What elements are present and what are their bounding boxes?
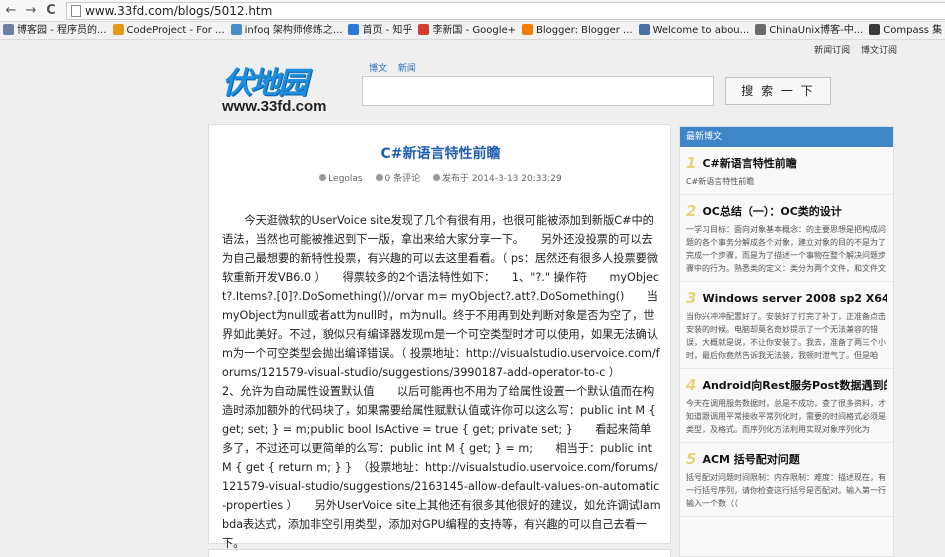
sidebar-post-title[interactable]: 5 ACM 括号配对问题 — [686, 451, 887, 468]
sidebar-post-item: 4 Android向Rest服务Post数据遇到的今天在调用服务数据时，总是不成功… — [680, 369, 893, 443]
sidebar-list: 1 C#新语言特性前瞻 C#新语言特性前瞻 2 OC总结（一）：OC类的设计一学习目标：… — [680, 147, 893, 517]
bookmark-item[interactable]: ChinaUnix博客-中... — [752, 22, 866, 39]
sidebar-post-title[interactable]: 1 C#新语言特性前瞻 — [686, 155, 887, 172]
user-icon — [319, 174, 327, 181]
bookmark-favicon-icon — [522, 24, 534, 35]
sidebar-post-item: 5 ACM 括号配对问题括号配对问题时间限制：内存限制：难度：描述现在，有一行括号… — [680, 443, 893, 517]
sidebar-post-item: 1 C#新语言特性前瞻 C#新语言特性前瞻 — [680, 147, 893, 195]
comment-icon — [375, 174, 383, 181]
bookmark-label: Blogger: Blogger ... — [536, 25, 633, 36]
post-rank: 4 — [686, 377, 697, 394]
sidebar-post-desc: 括号配对问题时间限制：内存限制：难度：描述现在，有一行括号序列，请你检查这行括号… — [686, 473, 886, 508]
post-rank: 2 — [686, 203, 697, 220]
article-title[interactable]: C#新语言特性前瞻 — [209, 143, 672, 163]
sidebar-heading: 最新博文 — [680, 127, 893, 147]
search-input[interactable] — [362, 76, 714, 106]
top-links: 新闻订阅 博文订阅 — [806, 43, 897, 56]
bookmark-label: 首页 - 知乎 — [362, 25, 413, 36]
sidebar-post-title[interactable]: 4 Android向Rest服务Post数据遇到的 — [686, 377, 887, 394]
blog-subscribe-link[interactable]: 博文订阅 — [861, 46, 897, 56]
post-title-text: Windows server 2008 sp2 X64安装 — [702, 292, 887, 305]
bookmark-item[interactable]: 李新国 - Google+ — [415, 22, 519, 39]
bookmark-item[interactable]: 博客园 - 程序员的... — [0, 22, 110, 39]
nav-blog-link[interactable]: 博文 — [369, 64, 387, 74]
publish-date: 发布于 2014-3-13 20:33:29 — [441, 174, 562, 184]
sidebar-post-title[interactable]: 3 Windows server 2008 sp2 X64安装 — [686, 290, 887, 307]
sidebar-post-desc: C#新语言特性前瞻 — [686, 177, 755, 186]
sidebar-post-item: 3 Windows server 2008 sp2 X64安装当你兴冲冲配置好了。… — [680, 282, 893, 369]
post-rank: 3 — [686, 290, 697, 307]
bookmark-label: ChinaUnix博客-中... — [769, 25, 864, 36]
news-subscribe-link[interactable]: 新闻订阅 — [814, 46, 850, 56]
article-panel: C#新语言特性前瞻 Legolas 0 条评论 发布于 2014-3-13 20… — [208, 124, 672, 550]
bookmark-favicon-icon — [230, 24, 242, 35]
url-input[interactable]: www.33fd.com/blogs/5012.htm — [66, 2, 945, 20]
author-name[interactable]: Legolas — [328, 174, 362, 184]
bookmark-label: CodeProject - For ... — [126, 25, 225, 36]
post-rank: 1 — [686, 155, 697, 172]
publish-meta: 发布于 2014-3-13 20:33:29 — [432, 174, 562, 184]
post-title-text: Android向Rest服务Post数据遇到的 — [702, 379, 887, 392]
post-title-text: ACM 括号配对问题 — [702, 453, 800, 466]
bookmark-item[interactable]: CodeProject - For ... — [110, 22, 228, 39]
bookmark-favicon-icon — [755, 24, 767, 35]
bookmark-label: infoq 架构师修炼之... — [244, 25, 343, 36]
sidebar-post-title[interactable]: 2 OC总结（一）：OC类的设计 — [686, 203, 887, 220]
sidebar-post-desc: 当你兴冲冲配置好了。安装好了打完了补丁，正准备点击安装的时候。电脑却莫名奇妙提示… — [686, 312, 886, 360]
post-title-text: OC总结（一）：OC类的设计 — [702, 205, 842, 218]
page-icon — [71, 5, 81, 17]
sub-nav: 博文 新闻 — [369, 61, 424, 74]
clock-icon — [432, 174, 440, 181]
article-meta: Legolas 0 条评论 发布于 2014-3-13 20:33:29 — [209, 171, 672, 184]
back-icon[interactable]: ← — [2, 2, 20, 20]
bookmark-favicon-icon — [112, 24, 124, 35]
sidebar-post-desc: 一学习目标：面向对象基本概念：的主要思想是把构成问题的各个事务分解成各个对象，建… — [686, 225, 886, 273]
bookmark-item[interactable]: 首页 - 知乎 — [345, 22, 415, 39]
bookmarks-bar: 博客园 - 程序员的... CodeProject - For ... infoq … — [0, 22, 945, 40]
bookmark-item[interactable]: Welcome to abou... — [636, 22, 753, 39]
bookmark-favicon-icon — [869, 24, 881, 35]
bookmark-item[interactable]: infoq 架构师修炼之... — [228, 22, 346, 39]
bookmark-item[interactable]: Blogger: Blogger ... — [519, 22, 636, 39]
latest-posts-sidebar: 最新博文 1 C#新语言特性前瞻 C#新语言特性前瞻 2 OC总结（一）：OC类的设计一… — [679, 126, 894, 557]
forward-icon[interactable]: → — [22, 2, 40, 20]
author-meta: Legolas — [319, 174, 363, 184]
bookmark-label: 博客园 - 程序员的... — [17, 25, 107, 36]
sidebar-post-item: 2 OC总结（一）：OC类的设计一学习目标：面向对象基本概念：的主要思想是把构成问… — [680, 195, 893, 282]
bookmark-favicon-icon — [3, 24, 14, 35]
sidebar-post-desc: 今天在调用服务数据时，总是不成功，查了很多资料，才知道跟调用平常接收平常列化时，… — [686, 399, 886, 434]
next-panel — [208, 549, 671, 557]
post-rank: 5 — [686, 451, 697, 468]
bookmark-favicon-icon — [638, 24, 650, 35]
address-bar-row: ← → C www.33fd.com/blogs/5012.htm — [0, 0, 945, 22]
url-text: www.33fd.com/blogs/5012.htm — [85, 4, 273, 18]
bookmark-item[interactable]: Compass 集 — [866, 22, 945, 39]
bookmark-favicon-icon — [348, 24, 360, 35]
search-button[interactable]: 搜 索 一 下 — [725, 77, 831, 105]
logo-text: 伏地园 — [222, 66, 308, 101]
logo-url: www.33fd.com — [222, 98, 327, 115]
bookmark-label: Compass 集 — [883, 25, 943, 36]
article-body: 今天逛微软的UserVoice site发现了几个有很有用，也很可能被添加到新版… — [222, 214, 661, 550]
comments-meta: 0 条评论 — [375, 174, 421, 184]
post-title-text: C#新语言特性前瞻 — [702, 157, 797, 170]
comment-count[interactable]: 0 条评论 — [385, 174, 421, 184]
bookmark-label: Welcome to abou... — [652, 25, 750, 36]
bookmark-favicon-icon — [418, 24, 430, 35]
nav-news-link[interactable]: 新闻 — [398, 64, 416, 74]
site-logo[interactable]: 伏地园 www.33fd.com — [218, 58, 343, 118]
bookmark-label: 李新国 - Google+ — [432, 25, 517, 36]
reload-icon[interactable]: C — [42, 2, 60, 20]
